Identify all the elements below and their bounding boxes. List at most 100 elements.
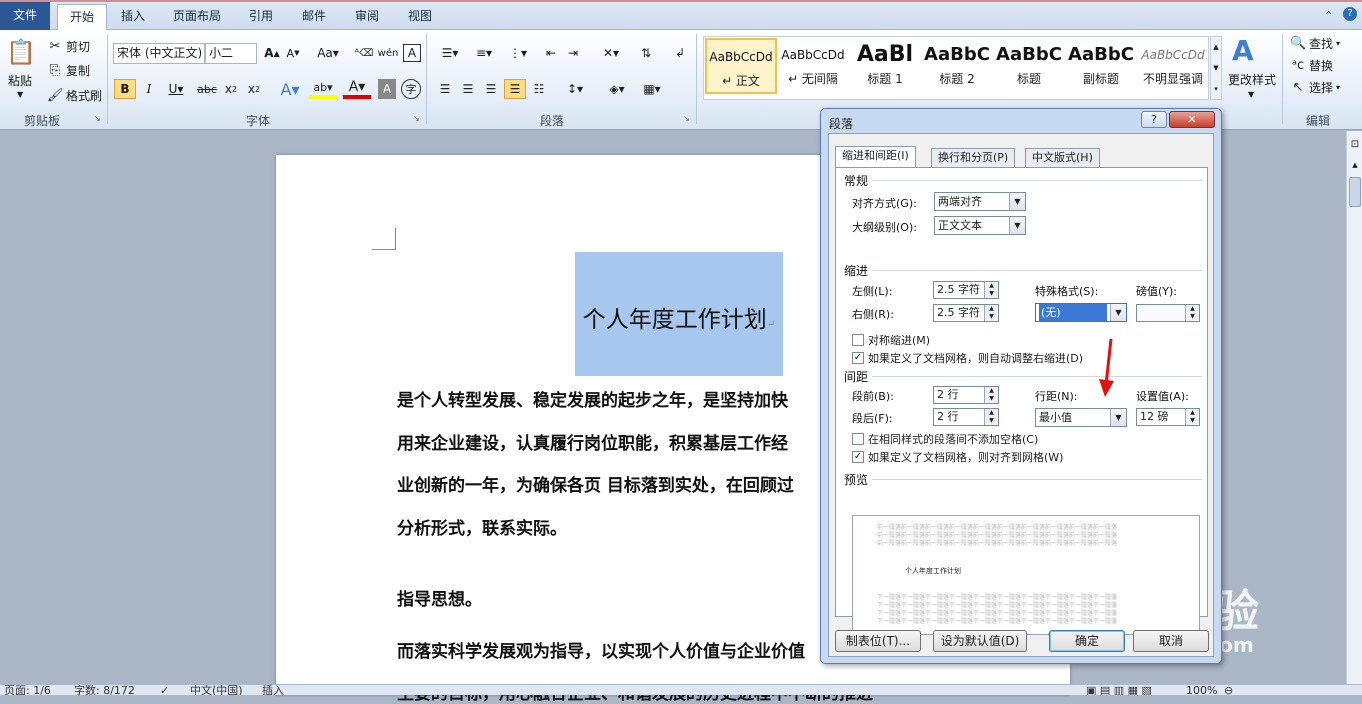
shrink-font-icon[interactable]: A ▼ bbox=[284, 44, 302, 62]
spinner-arrows-icon[interactable]: ▲ ▼ bbox=[984, 305, 998, 321]
italic-button[interactable]: I bbox=[140, 79, 158, 99]
cut-button[interactable]: ✂ 剪切 bbox=[47, 38, 90, 55]
strikethrough-button[interactable]: abc bbox=[197, 79, 217, 99]
dialog-close-icon[interactable]: ✕ bbox=[1169, 111, 1215, 128]
paste-button[interactable]: 粘贴 bbox=[8, 72, 32, 89]
change-styles-icon[interactable]: A bbox=[1232, 34, 1254, 67]
tab-page-layout[interactable]: 页面布局 bbox=[166, 4, 228, 30]
document-paragraph-line[interactable]: 是个人转型发展、稳定发展的起步之年，是坚持加快 bbox=[397, 386, 788, 411]
character-border-icon[interactable]: A bbox=[403, 44, 421, 62]
style-no-spacing[interactable]: AaBbCcDd ↵ 无间隔 bbox=[777, 38, 849, 94]
space-after-spinner[interactable]: 2 行 ▲ ▼ bbox=[933, 408, 999, 426]
language-status[interactable]: 中文(中国) bbox=[190, 685, 243, 695]
tab-indents-spacing[interactable]: 缩进和间距(I) bbox=[835, 146, 916, 168]
align-center-icon[interactable]: ☰ bbox=[458, 79, 478, 99]
borders-icon[interactable]: ▦▾ bbox=[637, 79, 667, 99]
right-indent-spinner[interactable]: 2.5 字符 ▲ ▼ bbox=[933, 304, 999, 322]
subscript-button[interactable]: x2 bbox=[222, 79, 240, 99]
ruler-toggle-icon[interactable]: ⊡ bbox=[1349, 139, 1361, 153]
style-subtitle[interactable]: AaBbC 副标题 bbox=[1065, 38, 1137, 94]
spinner-arrows-icon[interactable]: ▲ ▼ bbox=[984, 409, 998, 425]
document-paragraph-line[interactable]: 业创新的一年，为确保各页 目标落到实处，在回顾过 bbox=[397, 471, 794, 496]
show-marks-icon[interactable]: ↲ bbox=[672, 44, 688, 62]
style-title[interactable]: AaBbC 标题 bbox=[993, 38, 1065, 94]
view-buttons-icon[interactable]: ▣ ▤ ▥ ▦ ▧ bbox=[1086, 685, 1152, 695]
style-heading-1[interactable]: AaBl 标题 1 bbox=[849, 38, 921, 94]
help-icon[interactable]: ? bbox=[1343, 7, 1357, 21]
numbering-icon[interactable]: ≡▾ bbox=[469, 44, 499, 62]
chinese-layout-icon[interactable]: ✕▾ bbox=[596, 44, 626, 62]
tab-line-page-breaks[interactable]: 换行和分页(P) bbox=[931, 148, 1016, 167]
justify-icon[interactable]: ☰ bbox=[504, 79, 526, 99]
underline-button[interactable]: U▾ bbox=[163, 79, 189, 99]
clipboard-launcher-icon[interactable]: ↘ bbox=[94, 114, 101, 123]
tab-insert[interactable]: 插入 bbox=[113, 4, 153, 30]
tab-home[interactable]: 开始 bbox=[57, 4, 107, 31]
style-subtle-emphasis[interactable]: AaBbCcDd 不明显强调 bbox=[1137, 38, 1209, 94]
tab-view[interactable]: 视图 bbox=[400, 4, 440, 30]
document-heading[interactable]: 指导思想。 bbox=[397, 585, 482, 610]
phonetic-guide-icon[interactable]: wén bbox=[378, 44, 399, 62]
bold-button[interactable]: B bbox=[114, 79, 136, 99]
at-spinner[interactable]: 12 磅 ▲ ▼ bbox=[1136, 408, 1200, 426]
highlight-icon[interactable]: ab▾ bbox=[309, 79, 337, 99]
increase-indent-icon[interactable]: ⇥ bbox=[563, 44, 583, 62]
space-before-spinner[interactable]: 2 行 ▲ ▼ bbox=[933, 386, 999, 404]
font-size-combo[interactable]: 小二 bbox=[205, 43, 257, 64]
decrease-indent-icon[interactable]: ⇤ bbox=[541, 44, 561, 62]
character-shading-icon[interactable]: A bbox=[378, 79, 396, 99]
tabs-button[interactable]: 制表位(T)... bbox=[835, 630, 921, 652]
font-name-combo[interactable]: 宋体 (中文正文) bbox=[113, 43, 205, 64]
style-normal[interactable]: AaBbCcDd ↵ 正文 bbox=[705, 38, 777, 94]
mirror-indents-checkbox[interactable]: 对称缩进(M) bbox=[852, 332, 930, 348]
spinner-arrows-icon[interactable]: ▲ ▼ bbox=[1185, 409, 1199, 425]
clear-format-icon[interactable]: ᴬ⌫ bbox=[355, 44, 373, 62]
left-indent-spinner[interactable]: 2.5 字符 ▲ ▼ bbox=[933, 281, 999, 299]
paste-icon[interactable]: 📋 bbox=[6, 34, 36, 70]
sort-icon[interactable]: ⇅ bbox=[636, 44, 656, 62]
styles-scroll-icon[interactable]: ▲ ▼ ▾ bbox=[1210, 36, 1222, 100]
minimize-ribbon-icon[interactable]: ⌃ bbox=[1324, 9, 1333, 22]
style-heading-2[interactable]: AaBbC 标题 2 bbox=[921, 38, 993, 94]
enclose-characters-icon[interactable]: 字 bbox=[401, 79, 421, 99]
grow-font-icon[interactable]: A ▲ bbox=[263, 44, 281, 62]
change-styles-dropdown-icon[interactable]: ▼ bbox=[1248, 90, 1254, 99]
scroll-up-icon[interactable]: ▲ bbox=[1349, 161, 1361, 173]
set-default-button[interactable]: 设为默认值(D) bbox=[933, 630, 1027, 652]
document-title[interactable]: 个人年度工作计划↵ bbox=[575, 300, 783, 334]
distributed-icon[interactable]: ☷ bbox=[529, 79, 549, 99]
alignment-select[interactable]: 两端对齐 ▼ bbox=[934, 192, 1026, 211]
dialog-help-button[interactable]: ? bbox=[1141, 111, 1167, 128]
multilevel-list-icon[interactable]: ⋮▾ bbox=[503, 44, 533, 62]
spinner-arrows-icon[interactable]: ▲ ▼ bbox=[984, 282, 998, 298]
superscript-button[interactable]: x2 bbox=[245, 79, 263, 99]
spinner-arrows-icon[interactable]: ▲ ▼ bbox=[1185, 305, 1199, 321]
paragraph-launcher-icon[interactable]: ↘ bbox=[683, 114, 690, 123]
page-count[interactable]: 页面: 1/6 bbox=[4, 685, 51, 695]
change-case-icon[interactable]: Aa▾ bbox=[316, 44, 340, 62]
paste-dropdown-icon[interactable]: ▼ bbox=[17, 90, 23, 99]
align-right-icon[interactable]: ☰ bbox=[481, 79, 501, 99]
scroll-thumb[interactable] bbox=[1349, 177, 1361, 207]
proofing-icon[interactable]: ✓ bbox=[160, 685, 169, 695]
tab-asian-typography[interactable]: 中文版式(H) bbox=[1025, 148, 1100, 167]
no-space-same-style-checkbox[interactable]: 在相同样式的段落间不添加空格(C) bbox=[852, 431, 1038, 447]
tab-mailings[interactable]: 邮件 bbox=[294, 4, 334, 30]
align-left-icon[interactable]: ☰ bbox=[435, 79, 455, 99]
bullets-icon[interactable]: ☰▾ bbox=[435, 44, 465, 62]
replace-button[interactable]: ᵃc 替换 bbox=[1290, 57, 1333, 74]
font-launcher-icon[interactable]: ↘ bbox=[413, 114, 420, 123]
by-spinner[interactable]: ▲ ▼ bbox=[1136, 304, 1200, 322]
line-spacing-select[interactable]: 最小值 ▼ bbox=[1035, 408, 1127, 427]
find-button[interactable]: 🔍 查找 ▾ bbox=[1290, 35, 1340, 52]
document-paragraph-line[interactable]: 而落实科学发展观为指导，以实现个人价值与企业价值 bbox=[397, 637, 805, 662]
spinner-arrows-icon[interactable]: ▲ ▼ bbox=[984, 387, 998, 403]
word-count[interactable]: 字数: 8/172 bbox=[74, 685, 135, 695]
outline-level-select[interactable]: 正文文本 ▼ bbox=[934, 216, 1026, 235]
format-painter-button[interactable]: 🖌 格式刷 bbox=[47, 87, 102, 104]
zoom-out-icon[interactable]: ⊖ bbox=[1224, 685, 1233, 695]
shading-icon[interactable]: ◈▾ bbox=[602, 79, 632, 99]
snap-to-grid-checkbox[interactable]: ✓ 如果定义了文档网格，则对齐到网格(W) bbox=[852, 449, 1063, 465]
document-paragraph-line[interactable]: 用来企业建设，认真履行岗位职能，积累基层工作经 bbox=[397, 429, 788, 454]
document-paragraph-line[interactable]: 分析形式，联系实际。 bbox=[397, 514, 567, 539]
